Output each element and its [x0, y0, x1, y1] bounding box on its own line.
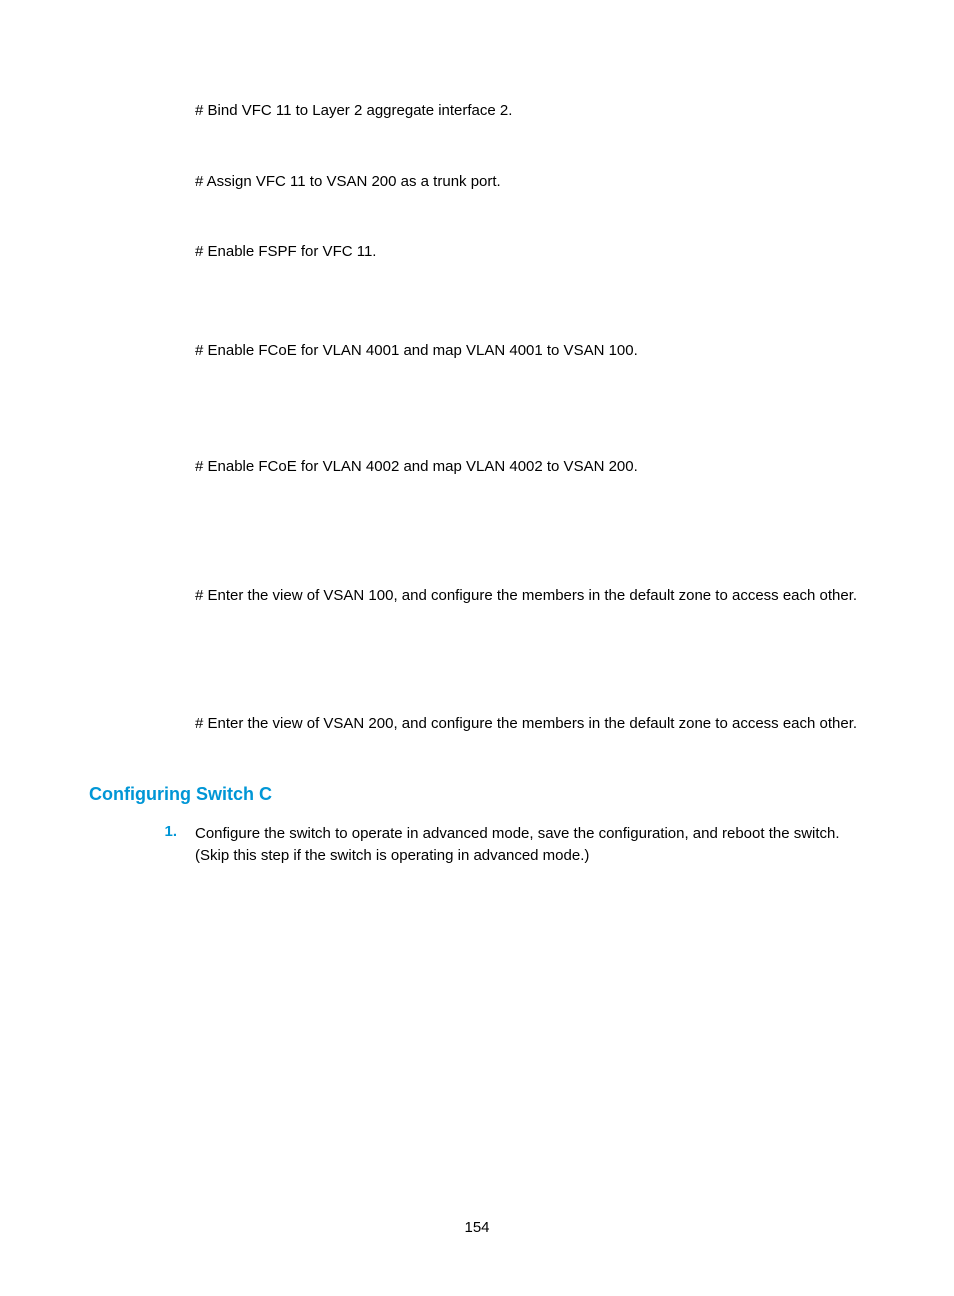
step-bind-vfc11: # Bind VFC 11 to Layer 2 aggregate inter…	[195, 100, 868, 123]
list-number: 1.	[155, 823, 195, 840]
step-enter-vsan100: # Enter the view of VSAN 100, and config…	[195, 585, 868, 608]
step-enable-fcoe-4002: # Enable FCoE for VLAN 4002 and map VLAN…	[195, 456, 868, 479]
step-enable-fcoe-4001: # Enable FCoE for VLAN 4001 and map VLAN…	[195, 340, 868, 363]
step-enter-vsan200: # Enter the view of VSAN 200, and config…	[195, 713, 868, 736]
step-assign-vfc11: # Assign VFC 11 to VSAN 200 as a trunk p…	[195, 171, 868, 194]
section-heading-configuring-switch-c: Configuring Switch C	[89, 784, 868, 805]
numbered-list-item: 1. Configure the switch to operate in ad…	[195, 823, 868, 868]
step-enable-fspf: # Enable FSPF for VFC 11.	[195, 241, 868, 264]
list-item-text: Configure the switch to operate in advan…	[195, 823, 868, 868]
page-number: 154	[0, 1219, 954, 1236]
